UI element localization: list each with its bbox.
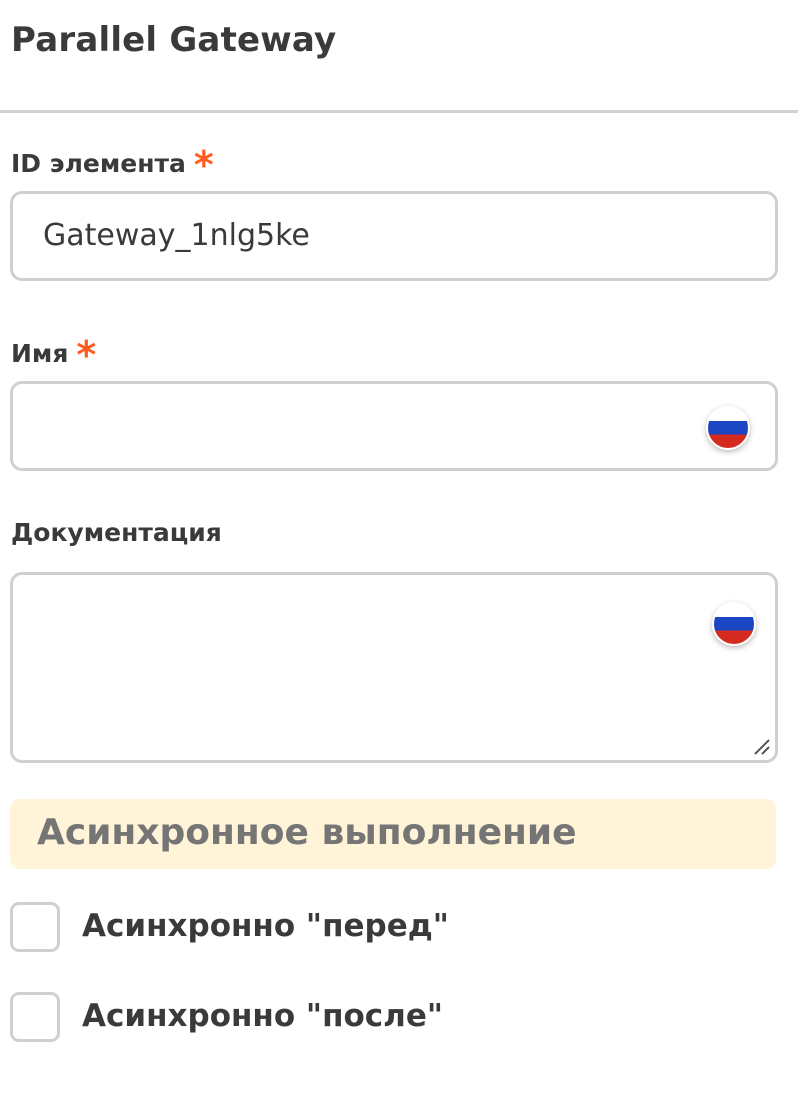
name-input[interactable] [10,381,778,471]
async-before-checkbox[interactable] [10,902,60,952]
page-title: Parallel Gateway [11,20,337,60]
async-after-option[interactable]: Асинхронно "после" [10,992,770,1044]
name-label: Имя * [11,327,96,377]
async-after-label[interactable]: Асинхронно "после" [82,998,443,1034]
required-asterisk-icon: * [193,143,214,187]
documentation-label: Документация [11,518,222,547]
russia-flag-icon[interactable] [712,602,756,646]
element-id-label: ID элемента * [11,137,214,187]
russia-flag-icon[interactable] [706,406,750,450]
required-asterisk-icon: * [76,333,97,377]
element-id-input[interactable]: Gateway_1nlg5ke [10,191,778,281]
element-id-value[interactable]: Gateway_1nlg5ke [43,218,310,253]
resize-grip-icon[interactable] [751,736,771,756]
section-title: Асинхронное выполнение [37,812,577,853]
documentation-textarea[interactable] [10,572,778,763]
name-label-text: Имя [11,339,69,368]
properties-panel: Parallel Gateway ID элемента * Gateway_1n… [0,0,798,1095]
async-before-option[interactable]: Асинхронно "перед" [10,902,770,954]
async-execution-section-header: Асинхронное выполнение [10,799,776,869]
panel-header: Parallel Gateway [0,0,798,113]
element-id-label-text: ID элемента [11,149,186,178]
async-before-label[interactable]: Асинхронно "перед" [82,908,449,944]
async-after-checkbox[interactable] [10,992,60,1042]
